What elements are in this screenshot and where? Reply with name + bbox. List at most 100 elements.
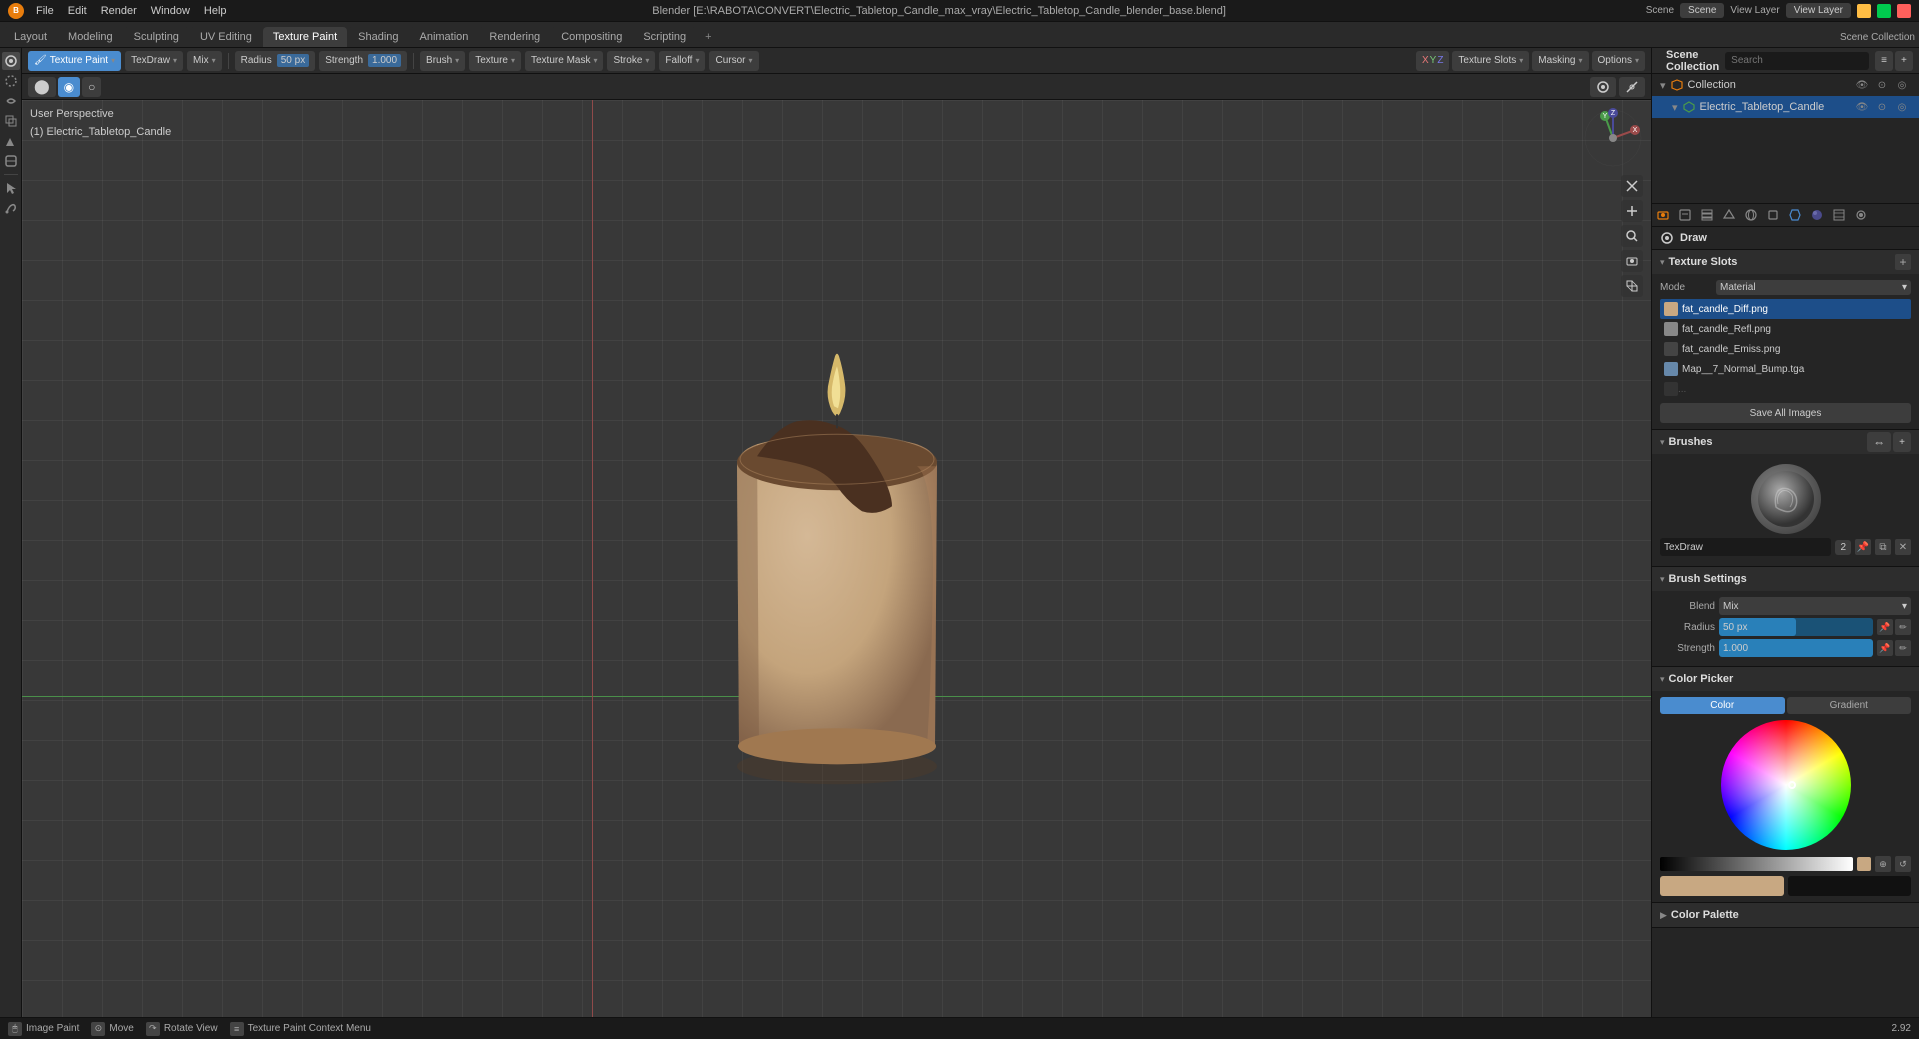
blender-logo-icon[interactable]: B	[8, 3, 24, 19]
filter-button[interactable]: ≡	[1875, 51, 1893, 71]
masking-btn[interactable]: Masking ▾	[1532, 51, 1588, 71]
brush-settings-header[interactable]: ▾ Brush Settings	[1652, 567, 1919, 591]
radius-value-bar[interactable]: 50 px	[1719, 618, 1873, 636]
clone-tool-button[interactable]	[2, 112, 20, 130]
collection-render-icon[interactable]: ◎	[1893, 76, 1911, 94]
paint-props-icon[interactable]	[1850, 204, 1872, 226]
menu-file[interactable]: File	[30, 3, 60, 19]
strength-control[interactable]: Strength 1.000	[319, 51, 407, 71]
falloff-menu[interactable]: Falloff ▾	[659, 51, 705, 71]
mode-selector[interactable]: 🖌 Texture Paint ▾	[28, 51, 121, 71]
tab-sculpting[interactable]: Sculpting	[124, 27, 189, 47]
modifier-props-icon[interactable]	[1784, 204, 1806, 226]
tab-shading[interactable]: Shading	[348, 27, 408, 47]
radius-control[interactable]: Radius 50 px	[235, 51, 316, 71]
blend-dropdown[interactable]: Mix ▾	[1719, 597, 1911, 615]
render-props-icon[interactable]	[1652, 204, 1674, 226]
draw-tool-button[interactable]	[2, 52, 20, 70]
stroke-menu[interactable]: Stroke ▾	[607, 51, 655, 71]
texture-menu[interactable]: Texture ▾	[469, 51, 521, 71]
candle-camera-icon[interactable]: ⊙	[1873, 98, 1891, 116]
value-strip[interactable]	[1660, 857, 1853, 871]
strength-pin-button[interactable]: 📌	[1877, 640, 1893, 656]
tab-uv-editing[interactable]: UV Editing	[190, 27, 262, 47]
texture-slot-refl[interactable]: fat_candle_Refl.png	[1660, 319, 1911, 339]
cursor-menu[interactable]: Cursor ▾	[709, 51, 758, 71]
menu-render[interactable]: Render	[95, 3, 143, 19]
brush-pin-button[interactable]: 📌	[1855, 539, 1871, 555]
soften-tool-button[interactable]	[2, 72, 20, 90]
close-button[interactable]	[1897, 4, 1911, 18]
minimize-button[interactable]	[1857, 4, 1871, 18]
texture-mask-menu[interactable]: Texture Mask ▾	[525, 51, 603, 71]
mask-tool-button[interactable]	[2, 152, 20, 170]
world-props-icon[interactable]	[1740, 204, 1762, 226]
texdraw-selector[interactable]: TexDraw ▾	[125, 51, 183, 71]
strength-value-bar[interactable]: 1.000	[1719, 639, 1873, 657]
zoom-camera-button[interactable]	[1621, 175, 1643, 197]
tab-animation[interactable]: Animation	[410, 27, 479, 47]
outliner-search-input[interactable]	[1725, 52, 1869, 70]
rendered-shading-btn[interactable]: ○	[82, 77, 101, 97]
gizmo-btn[interactable]	[1619, 77, 1645, 97]
solid-shading-btn[interactable]: ⬤	[28, 77, 56, 97]
radius-pin-button[interactable]: 📌	[1877, 619, 1893, 635]
color-tab-gradient[interactable]: Gradient	[1787, 697, 1912, 714]
color-tab-color[interactable]: Color	[1660, 697, 1785, 714]
menu-help[interactable]: Help	[198, 3, 233, 19]
output-props-icon[interactable]	[1674, 204, 1696, 226]
texture-slot-diff[interactable]: fat_candle_Diff.png	[1660, 299, 1911, 319]
texture-slot-emiss[interactable]: fat_candle_Emiss.png	[1660, 339, 1911, 359]
tab-layout[interactable]: Layout	[4, 27, 57, 47]
brush-menu[interactable]: Brush ▾	[420, 51, 465, 71]
brush-name-input[interactable]	[1660, 538, 1831, 556]
tab-rendering[interactable]: Rendering	[479, 27, 550, 47]
viewport-canvas[interactable]: User Perspective (1) Electric_Tabletop_C…	[22, 100, 1651, 1017]
smear-tool-button[interactable]	[2, 92, 20, 110]
cursor-tool-button[interactable]	[2, 179, 20, 197]
color-palette-header[interactable]: ▶ Color Palette	[1652, 903, 1919, 927]
view-layer-props-icon[interactable]	[1696, 204, 1718, 226]
brush-copy-button[interactable]: ⧉	[1875, 539, 1891, 555]
texture-slots-header[interactable]: ▾ Texture Slots +	[1652, 250, 1919, 274]
collection-eye-icon[interactable]: 👁	[1853, 76, 1871, 94]
view-layer-selector[interactable]: View Layer	[1786, 3, 1851, 18]
tab-scripting[interactable]: Scripting	[633, 27, 696, 47]
xyz-constraint[interactable]: X Y Z	[1416, 51, 1449, 71]
menu-window[interactable]: Window	[145, 3, 196, 19]
tab-compositing[interactable]: Compositing	[551, 27, 632, 47]
strength-edit-button[interactable]: ✏	[1895, 640, 1911, 656]
texture-slot-normal[interactable]: Map__7_Normal_Bump.tga	[1660, 359, 1911, 379]
radius-edit-button[interactable]: ✏	[1895, 619, 1911, 635]
brushes-add-button[interactable]: +	[1893, 432, 1911, 452]
collection-camera-icon[interactable]: ⊙	[1873, 76, 1891, 94]
zoom-button[interactable]	[1621, 225, 1643, 247]
add-button[interactable]: +	[1895, 51, 1913, 71]
add-workspace-tab-button[interactable]: +	[697, 27, 719, 47]
candle-render-icon[interactable]: ◎	[1893, 98, 1911, 116]
color-wheel[interactable]	[1721, 720, 1851, 850]
scene-props-icon[interactable]	[1718, 204, 1740, 226]
brushes-header[interactable]: ▾ Brushes ⇔ +	[1652, 430, 1919, 454]
tab-texture-paint[interactable]: Texture Paint	[263, 27, 347, 47]
mix-selector[interactable]: Mix ▾	[187, 51, 222, 71]
eyedropper-button[interactable]: ⊕	[1875, 856, 1891, 872]
brush-delete-button[interactable]: ✕	[1895, 539, 1911, 555]
candle-eye-icon[interactable]: 👁	[1853, 98, 1871, 116]
scene-selector[interactable]: Scene	[1680, 3, 1724, 18]
add-texture-slot-button[interactable]: +	[1895, 254, 1911, 270]
electric-candle-item[interactable]: ▾ Electric_Tabletop_Candle 👁 ⊙ ◎	[1652, 96, 1919, 118]
menu-edit[interactable]: Edit	[62, 3, 93, 19]
fill-tool-button[interactable]	[2, 132, 20, 150]
annotate-tool-button[interactable]	[2, 199, 20, 217]
nav-gizmo[interactable]: Y X Z	[1583, 108, 1643, 168]
camera-view-button[interactable]	[1621, 250, 1643, 272]
options-btn[interactable]: Options ▾	[1592, 51, 1645, 71]
color-picker-header[interactable]: ▾ Color Picker	[1652, 667, 1919, 691]
tab-modeling[interactable]: Modeling	[58, 27, 123, 47]
foreground-color-box[interactable]	[1660, 876, 1784, 896]
radius-value[interactable]: 50 px	[277, 54, 309, 67]
brushes-expand-button[interactable]: ⇔	[1867, 432, 1891, 452]
color-reset-button[interactable]: ↺	[1895, 856, 1911, 872]
mode-dropdown[interactable]: Material ▾	[1716, 280, 1911, 295]
